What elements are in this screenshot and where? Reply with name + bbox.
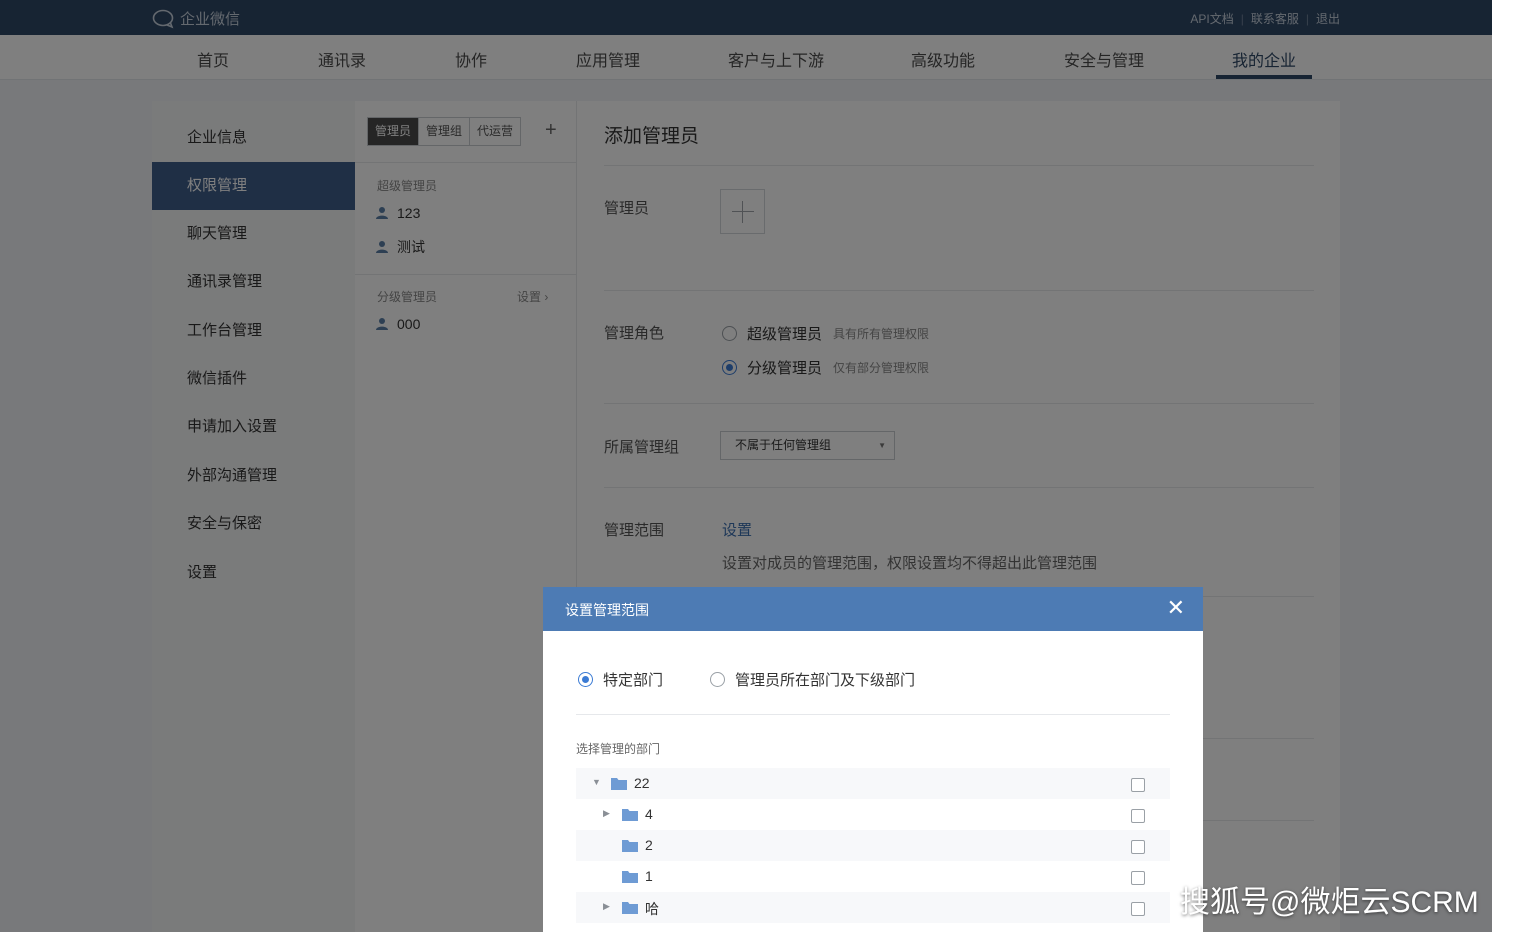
folder-icon xyxy=(622,902,638,914)
dept-name: 22 xyxy=(634,775,650,791)
tree-row xyxy=(576,923,1170,932)
radio-specific-dept[interactable] xyxy=(578,672,593,687)
expand-arrow-icon[interactable]: ▶ xyxy=(603,901,610,912)
watermark: 搜狐号@微炬云SCRM xyxy=(1180,886,1479,919)
expand-arrow-icon[interactable]: ▶ xyxy=(603,808,610,819)
option-specific-dept[interactable]: 特定部门 xyxy=(578,669,663,690)
folder-icon xyxy=(622,871,638,883)
close-icon[interactable]: ✕ xyxy=(1167,597,1185,619)
folder-icon xyxy=(611,778,627,790)
folder-icon xyxy=(622,809,638,821)
tree-title: 选择管理的部门 xyxy=(576,742,661,756)
dialog-title: 设置管理范围 xyxy=(565,602,649,618)
tree-row[interactable]: 2 xyxy=(576,830,1170,861)
option-label: 管理员所在部门及下级部门 xyxy=(735,672,916,689)
dept-checkbox[interactable] xyxy=(1131,902,1145,916)
expand-arrow-icon[interactable]: ▼ xyxy=(592,777,601,787)
dept-checkbox[interactable] xyxy=(1131,809,1145,823)
folder-icon xyxy=(622,840,638,852)
option-label: 特定部门 xyxy=(603,672,664,689)
dept-checkbox[interactable] xyxy=(1131,778,1145,792)
dept-checkbox[interactable] xyxy=(1131,871,1145,885)
dialog-header: 设置管理范围 ✕ xyxy=(543,587,1203,631)
option-own-dept[interactable]: 管理员所在部门及下级部门 xyxy=(710,669,915,690)
dept-name: 1 xyxy=(645,868,653,884)
scope-dialog: 设置管理范围 ✕ 特定部门 管理员所在部门及下级部门 选择管理的部门 ▼ 22 … xyxy=(543,587,1203,932)
dept-checkbox[interactable] xyxy=(1131,840,1145,854)
tree-row[interactable]: ▶ 4 xyxy=(576,799,1170,830)
divider xyxy=(576,714,1170,715)
tree-row[interactable]: ▶ 哈 xyxy=(576,892,1170,923)
app-window: 企业微信 API文档 | 联系客服 | 退出 首页 通讯录 协作 应用管理 客户… xyxy=(0,0,1492,932)
tree-row[interactable]: ▼ 22 xyxy=(576,768,1170,799)
dept-name: 哈 xyxy=(645,901,659,917)
dept-name: 4 xyxy=(645,806,653,822)
radio-own-dept[interactable] xyxy=(710,672,725,687)
tree-row[interactable]: 1 xyxy=(576,861,1170,892)
dept-name: 2 xyxy=(645,837,653,853)
